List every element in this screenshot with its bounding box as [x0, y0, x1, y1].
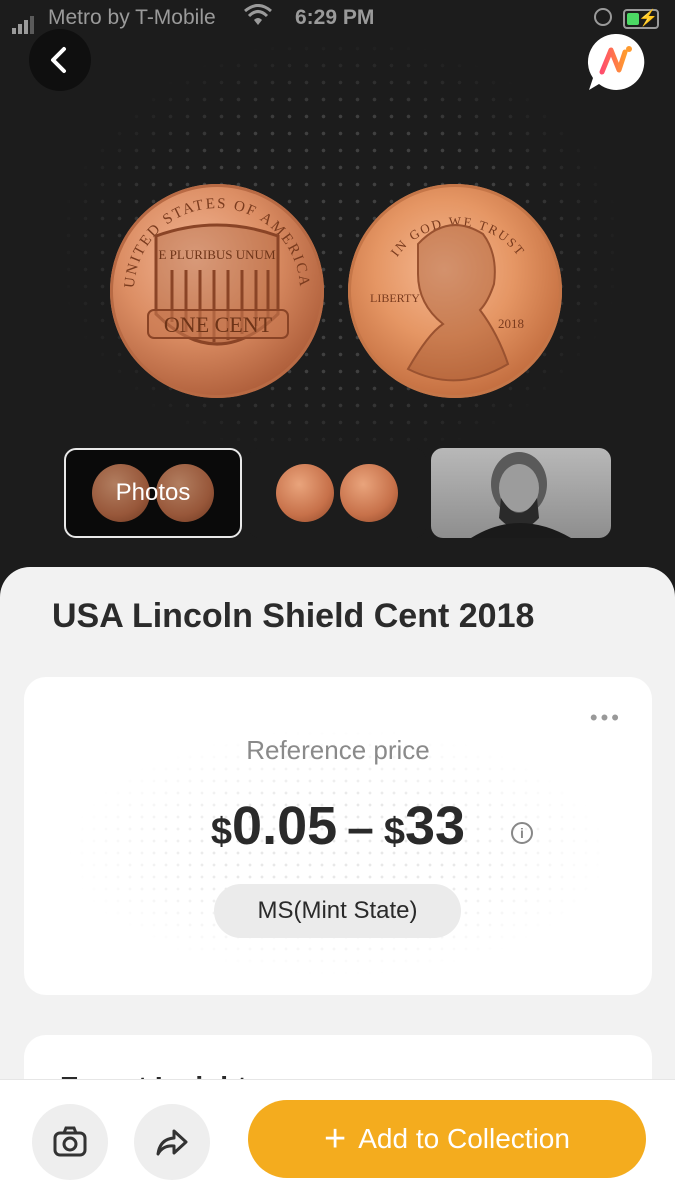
coin-reverse-image: UNITED STATES OF AMERICA E PLURIBUS UNUM…	[110, 184, 324, 398]
portrait-image	[471, 452, 571, 538]
coin-hero: Metro by T-Mobile 6:29 PM ⚡ UNITED STATE…	[0, 0, 675, 600]
price-card: ••• Reference price $0.05– $33 i MS(Mint …	[24, 677, 652, 995]
battery-icon: ⚡	[623, 9, 659, 29]
orientation-lock-icon	[594, 8, 612, 26]
price-high: 33	[405, 796, 466, 856]
app-logo-icon	[587, 33, 645, 90]
grade-chip[interactable]: MS(Mint State)	[214, 884, 461, 938]
thumbnail-coin-image	[340, 464, 398, 522]
back-button[interactable]	[29, 29, 91, 91]
price-range: $0.05– $33	[210, 796, 466, 856]
svg-text:E PLURIBUS UNUM: E PLURIBUS UNUM	[158, 247, 275, 262]
svg-text:ONE CENT: ONE CENT	[164, 312, 273, 337]
share-icon	[156, 1129, 188, 1156]
add-to-collection-label: Add to Collection	[358, 1123, 570, 1154]
thumbnail-photos[interactable]: Photos	[64, 448, 242, 538]
thumbnail-coin-sides[interactable]	[248, 448, 426, 538]
thumbnail-coin-image	[276, 464, 334, 522]
camera-icon	[53, 1126, 87, 1157]
camera-button[interactable]	[32, 1104, 108, 1180]
add-to-collection-button[interactable]: + Add to Collection	[248, 1100, 646, 1178]
plus-icon: +	[324, 1118, 347, 1160]
price-low: 0.05	[232, 796, 338, 856]
bottom-action-bar: + Add to Collection	[0, 1080, 675, 1200]
share-button[interactable]	[134, 1104, 210, 1180]
carrier-name: Metro by T-Mobile	[48, 6, 216, 29]
svg-text:2018: 2018	[498, 316, 524, 331]
svg-text:LIBERTY: LIBERTY	[370, 291, 420, 305]
wifi-icon	[243, 4, 273, 34]
more-icon[interactable]: •••	[590, 705, 622, 731]
reference-price-label: Reference price	[246, 735, 430, 765]
status-bar: Metro by T-Mobile 6:29 PM ⚡	[0, 0, 675, 38]
app-logo-button[interactable]	[585, 32, 645, 92]
coin-obverse-image: IN GOD WE TRUST LIBERTY 2018	[348, 184, 562, 398]
coin-title: USA Lincoln Shield Cent 2018	[52, 597, 535, 635]
info-icon[interactable]: i	[511, 822, 533, 844]
thumbnail-photos-label: Photos	[115, 479, 191, 506]
thumbnail-portrait[interactable]	[431, 448, 611, 538]
status-time: 6:29 PM	[295, 6, 375, 29]
back-arrow-icon	[51, 47, 66, 73]
